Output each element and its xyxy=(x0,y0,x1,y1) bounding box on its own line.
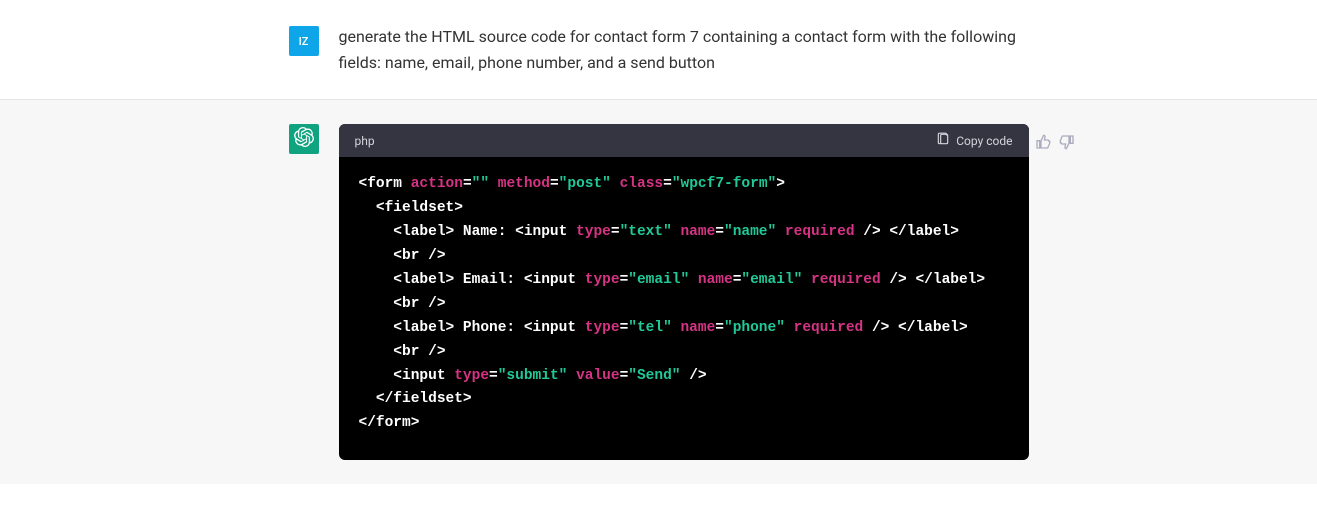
copy-code-button[interactable]: Copy code xyxy=(936,132,1012,149)
thumbs-down-icon[interactable] xyxy=(1059,134,1075,154)
user-message-row: IZ generate the HTML source code for con… xyxy=(289,24,1029,75)
thumbs-up-icon[interactable] xyxy=(1035,134,1051,154)
openai-logo-icon xyxy=(294,127,314,151)
assistant-message-section: php Copy code <form action="" method="po… xyxy=(0,100,1317,484)
code-header: php Copy code xyxy=(339,124,1029,157)
assistant-avatar xyxy=(289,124,319,154)
clipboard-icon xyxy=(936,132,950,149)
code-block: php Copy code <form action="" method="po… xyxy=(339,124,1029,460)
user-message-text: generate the HTML source code for contac… xyxy=(339,24,1029,75)
code-language-label: php xyxy=(355,134,375,148)
copy-code-label: Copy code xyxy=(956,134,1012,148)
assistant-message-row: php Copy code <form action="" method="po… xyxy=(289,124,1029,460)
feedback-buttons xyxy=(1035,134,1075,154)
user-avatar: IZ xyxy=(289,26,319,56)
user-message-section: IZ generate the HTML source code for con… xyxy=(0,0,1317,100)
code-body[interactable]: <form action="" method="post" class="wpc… xyxy=(339,157,1029,460)
